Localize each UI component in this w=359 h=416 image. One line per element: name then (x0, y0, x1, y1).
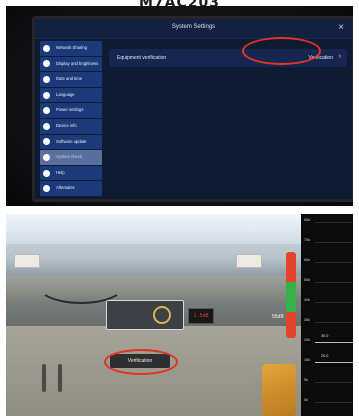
device-readout-screen: 2.5dB (188, 308, 214, 324)
gauge-segment-red (286, 252, 296, 282)
db-level-label: 55dB (272, 314, 284, 320)
spectrum-gridline (315, 302, 353, 303)
sidebar-item-help[interactable]: Help (40, 165, 102, 181)
spectrum-tick-label: 50k (304, 278, 311, 282)
spectrum-gridline (315, 382, 353, 383)
sidebar-item-language[interactable]: Language (40, 87, 102, 103)
wall-outlet (14, 254, 40, 268)
spectrum-tick-label: 0k (304, 398, 309, 402)
spectrum-gridline (315, 222, 353, 223)
aftersales-icon (43, 185, 50, 193)
dialog-titlebar: System Settings × (35, 19, 352, 39)
dialog-title: System Settings (171, 24, 216, 30)
sidebar-item-label: Device info (56, 122, 77, 128)
highlight-circle-verification (242, 37, 321, 65)
spectrum-tick-label: 10k (304, 358, 311, 362)
spectrum-tick-label: 70k (304, 238, 311, 242)
sidebar-item-label: Language (56, 91, 75, 97)
language-icon (43, 91, 50, 99)
info-icon (43, 122, 50, 130)
equipment-verification-label: Equipment verification (117, 55, 167, 61)
spectrum-gridline (315, 402, 353, 403)
sidebar-item-label: Date and time (56, 76, 83, 82)
sidebar-item-aftersales[interactable]: Aftersales (40, 181, 102, 196)
clock-icon (43, 75, 50, 83)
spectrum-gridline (315, 322, 353, 323)
sidebar-item-label: Help (56, 169, 65, 175)
field-photo: 2.5dB 55dB 80k 70k 60k 50k 40k 30k 20k 3… (6, 214, 353, 416)
sidebar-item-label: Power settings (56, 107, 84, 113)
sidebar-item-date-time[interactable]: Date and time (40, 72, 102, 87)
update-icon (43, 138, 50, 146)
highlight-circle-verification-badge (104, 349, 178, 375)
sidebar-item-label: Network Sharing (56, 45, 87, 50)
cabinet-handle (58, 364, 62, 392)
spectrum-value: 20.0 (321, 354, 329, 358)
device-dial-icon (153, 306, 171, 324)
spectrum-tick-label: 20k (304, 338, 311, 342)
sidebar-item-power[interactable]: Power settings (40, 103, 102, 118)
sidebar-item-label: Aftersales (56, 185, 75, 191)
sidebar-item-network-sharing[interactable]: Network Sharing (40, 41, 102, 56)
spectrum-tick-label: 60k (304, 258, 311, 262)
spectrum-trace (315, 342, 353, 343)
gauge-segment-red (286, 312, 296, 338)
sidebar-item-system-check[interactable]: System check (40, 150, 102, 165)
level-gauge (286, 252, 296, 338)
window-background (6, 214, 301, 244)
spectrum-tick-label: 40k (304, 298, 311, 302)
help-icon (43, 169, 50, 177)
power-icon (43, 107, 50, 115)
sidebar-item-display[interactable]: Display and brightness (40, 56, 102, 72)
acoustic-device (106, 300, 184, 330)
close-icon[interactable]: × (338, 22, 344, 33)
spectrum-panel: 80k 70k 60k 50k 40k 30k 20k 30.0 10k 20.… (301, 214, 353, 416)
wall-outlet (236, 254, 262, 268)
chevron-right-icon: › (338, 53, 341, 60)
check-icon (43, 153, 50, 161)
sidebar-item-software-update[interactable]: Software update (40, 134, 102, 150)
settings-sidebar: Network Sharing Display and brightness D… (40, 41, 102, 201)
cabinet-handle (42, 364, 46, 392)
spectrum-gridline (315, 262, 353, 263)
sidebar-item-device-info[interactable]: Device info (40, 118, 102, 134)
spectrum-trace (315, 362, 353, 363)
gauge-segment-green (286, 282, 296, 312)
wifi-icon (43, 44, 50, 52)
sidebar-item-label: Display and brightness (56, 60, 99, 66)
spectrum-gridline (315, 282, 353, 283)
spectrum-tick-label: 5k (304, 378, 309, 382)
settings-screen-photo: System Settings × Network Sharing Displa… (6, 6, 353, 206)
sidebar-item-label: Software update (56, 138, 87, 144)
sidebar-item-label: System check (56, 154, 83, 160)
spectrum-value: 30.0 (321, 334, 329, 338)
brightness-icon (43, 60, 50, 68)
cable (36, 264, 126, 304)
device-readout: 2.5dB (193, 313, 209, 319)
spectrum-tick-label: 30k (304, 318, 311, 322)
yellow-tool (262, 364, 296, 416)
spectrum-gridline (315, 242, 353, 243)
spectrum-tick-label: 80k (304, 218, 311, 222)
